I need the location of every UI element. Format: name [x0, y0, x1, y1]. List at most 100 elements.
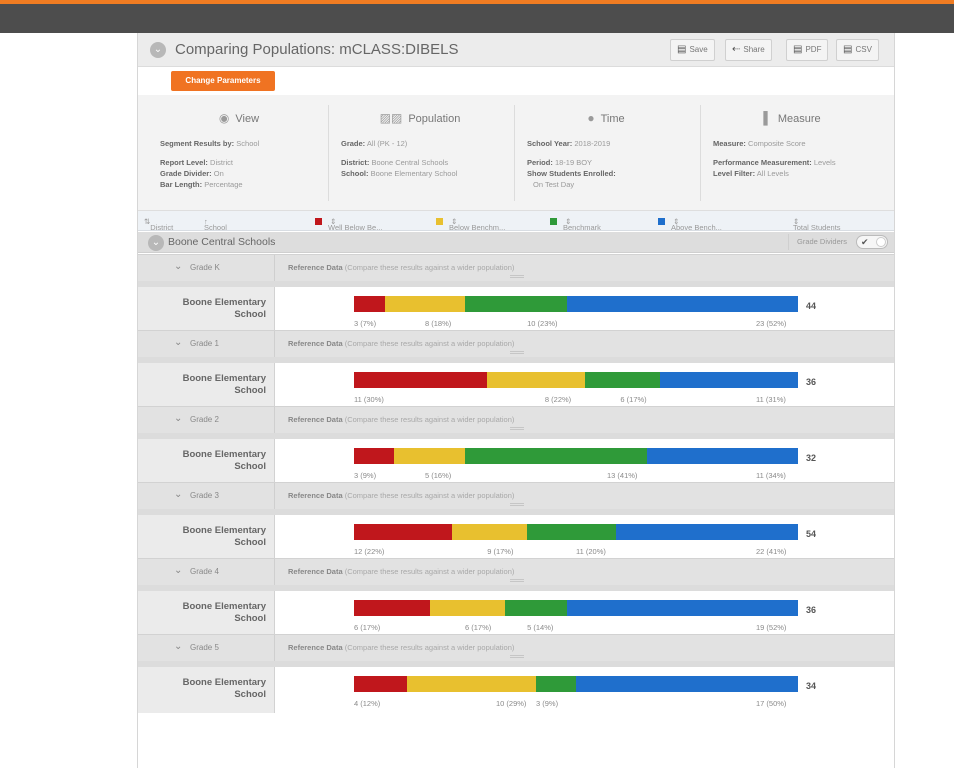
school-name-line2: School	[234, 689, 266, 700]
bar-segment-above[interactable]	[660, 372, 798, 388]
segment-label: 23 (52%)	[756, 319, 787, 328]
eye-icon: ◉	[218, 111, 230, 125]
column-below[interactable]: Below Benchm... ⇕	[436, 217, 505, 232]
drag-handle-icon[interactable]	[510, 275, 524, 278]
chevron-down-icon[interactable]: ⌄	[174, 413, 182, 424]
school-name-line2: School	[234, 385, 266, 396]
segment-label: 3 (7%)	[354, 319, 377, 328]
column-above[interactable]: Above Bench... ⇕	[658, 217, 722, 232]
grade-row[interactable]: ⌄ Grade K Reference Data (Compare these re…	[138, 254, 894, 281]
drag-handle-icon[interactable]	[510, 579, 524, 582]
school-name-line1: Boone Elementary	[182, 525, 266, 536]
time-section: ● Time School Year: 2018-2019 Period: 18-…	[527, 111, 625, 189]
view-section: ◉ View Segment Results by: School Report …	[160, 111, 260, 189]
grade-row[interactable]: ⌄ Grade 5 Reference Data (Compare these re…	[138, 634, 894, 661]
segment-label: 3 (9%)	[354, 471, 377, 480]
bar-segment-above[interactable]	[567, 296, 798, 312]
bar-segment-below[interactable]	[407, 676, 537, 692]
column-district[interactable]: ⇅ District	[144, 217, 173, 232]
chevron-down-icon[interactable]: ⌄	[174, 489, 182, 500]
bar-segment-above[interactable]	[567, 600, 798, 616]
chevron-down-icon[interactable]: ⌄	[174, 261, 182, 272]
chevron-down-icon[interactable]: ⌄	[174, 641, 182, 652]
reference-data-link[interactable]: Reference Data (Compare these results ag…	[288, 415, 514, 424]
total-students: 54	[806, 529, 817, 539]
bar-segment-well-below[interactable]	[354, 372, 488, 388]
reference-data-link[interactable]: Reference Data (Compare these results ag…	[288, 263, 514, 272]
drag-handle-icon[interactable]	[510, 503, 524, 506]
reference-data-link[interactable]: Reference Data (Compare these results ag…	[288, 567, 514, 576]
reference-data-link[interactable]: Reference Data (Compare these results ag…	[288, 491, 514, 500]
bar-segment-benchmark[interactable]	[465, 296, 568, 312]
drag-handle-icon[interactable]	[510, 427, 524, 430]
bar-segment-well-below[interactable]	[354, 296, 386, 312]
bar-segment-benchmark[interactable]	[527, 524, 616, 540]
grade-row[interactable]: ⌄ Grade 2 Reference Data (Compare these re…	[138, 406, 894, 433]
grade-row[interactable]: ⌄ Grade 1 Reference Data (Compare these re…	[138, 330, 894, 357]
drag-handle-icon[interactable]	[510, 655, 524, 658]
district-group-row[interactable]: ⌄ Boone Central Schools Grade Dividers ✔	[138, 232, 894, 253]
csv-icon: ▤	[843, 44, 853, 55]
segment-label: 8 (22%)	[544, 395, 572, 404]
bar-segment-benchmark[interactable]	[505, 600, 568, 616]
segment-label: 11 (30%)	[354, 395, 384, 404]
share-icon: ⇠	[732, 44, 741, 55]
segment-label: 5 (16%)	[425, 471, 452, 480]
total-students: 44	[806, 301, 817, 311]
school-data-row: Boone Elementary School 6 (17%) 6 (17%) 5 (1…	[138, 591, 894, 637]
bar-segment-below[interactable]	[429, 600, 505, 616]
segment-label: 22 (41%)	[756, 547, 787, 556]
segment-label: 11 (20%)	[576, 547, 606, 556]
bar-segment-below[interactable]	[385, 296, 465, 312]
grade-label: Grade 4	[190, 567, 219, 576]
bar-segment-above[interactable]	[647, 448, 798, 464]
column-benchmark[interactable]: Benchmark ⇕	[550, 217, 601, 232]
bar-segment-benchmark[interactable]	[536, 676, 576, 692]
change-parameters-button[interactable]: Change Parameters	[171, 71, 275, 91]
collapse-chevron-icon[interactable]: ⌄	[150, 42, 166, 58]
people-icon: ▨▨	[379, 111, 403, 125]
segment-label: 11 (34%)	[756, 471, 786, 480]
bar-segment-below[interactable]	[487, 372, 585, 388]
column-well-below[interactable]: Well Below Be... ⇕	[315, 217, 382, 232]
bar-segment-well-below[interactable]	[354, 600, 430, 616]
csv-button[interactable]: ▤ CSV	[836, 39, 879, 61]
drag-handle-icon[interactable]	[510, 351, 524, 354]
bar-segment-below[interactable]	[451, 524, 528, 540]
column-school[interactable]: School ↑	[204, 217, 227, 232]
pdf-button[interactable]: ▤ PDF	[786, 39, 829, 61]
clock-icon: ●	[587, 111, 595, 125]
grade-row[interactable]: ⌄ Grade 3 Reference Data (Compare these re…	[138, 482, 894, 509]
bar-segment-benchmark[interactable]	[465, 448, 647, 464]
pdf-icon: ▤	[793, 44, 803, 55]
app-top-bar	[0, 0, 954, 33]
grade-dividers-toggle[interactable]: ✔	[856, 235, 888, 249]
reference-data-link[interactable]: Reference Data (Compare these results ag…	[288, 339, 514, 348]
chevron-down-icon[interactable]: ⌄	[174, 337, 182, 348]
bar-segment-above[interactable]	[616, 524, 798, 540]
collapse-chevron-icon[interactable]: ⌄	[148, 235, 164, 251]
bar-segment-well-below[interactable]	[354, 524, 452, 540]
bar-segment-benchmark[interactable]	[584, 372, 661, 388]
segment-label: 6 (17%)	[620, 395, 647, 404]
grade-label: Grade 1	[190, 339, 219, 348]
bar-segment-below[interactable]	[394, 448, 465, 464]
save-button[interactable]: ▤ Save	[670, 39, 715, 61]
share-button[interactable]: ⇠ Share	[725, 39, 772, 61]
school-data-row: Boone Elementary School 3 (7%) 8 (18%) 10 (2…	[138, 287, 894, 333]
column-header-row: ⇅ District School ↑ Well Below Be... ⇕ B…	[138, 211, 894, 232]
bar-segment-well-below[interactable]	[354, 448, 394, 464]
segment-label: 4 (12%)	[354, 699, 381, 708]
bar-segment-above[interactable]	[576, 676, 798, 692]
column-total[interactable]: Total Students ⇕	[793, 217, 841, 232]
grade-row[interactable]: ⌄ Grade 4 Reference Data (Compare these re…	[138, 558, 894, 585]
report-panel: ⌄ Comparing Populations: mCLASS:DIBELS ▤…	[137, 33, 895, 768]
segment-label: 3 (9%)	[536, 699, 559, 708]
bar-segment-well-below[interactable]	[354, 676, 408, 692]
benchmark-swatch	[550, 218, 557, 225]
reference-data-link[interactable]: Reference Data (Compare these results ag…	[288, 643, 514, 652]
chevron-down-icon[interactable]: ⌄	[174, 565, 182, 576]
school-name-line1: Boone Elementary	[182, 677, 266, 688]
save-icon: ▤	[677, 44, 687, 55]
district-name: Boone Central Schools	[168, 236, 276, 248]
